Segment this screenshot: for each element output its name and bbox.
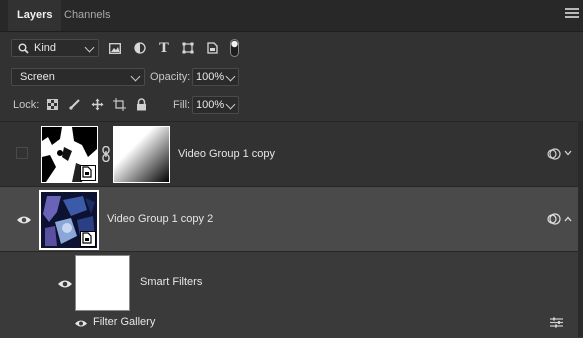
filter-toggle-switch[interactable]: [229, 39, 239, 57]
smart-object-badge-icon: [80, 165, 96, 181]
type-layer-filter-icon[interactable]: T: [157, 40, 171, 56]
eye-icon[interactable]: [16, 215, 32, 225]
adjustment-layer-filter-icon[interactable]: [133, 41, 147, 55]
layer-thumbnail: [41, 126, 98, 183]
lock-row: Lock: Fill: 100%: [0, 94, 583, 116]
chevron-down-icon: [225, 71, 236, 82]
blend-mode-value: Screen: [20, 71, 55, 83]
fill-input[interactable]: 100%: [192, 96, 239, 114]
layer-mask-thumbnail[interactable]: [113, 126, 170, 183]
opacity-label: Opacity:: [150, 71, 191, 83]
blend-row: Screen Opacity: 100%: [0, 65, 583, 89]
fill-label: Fill:: [173, 99, 191, 111]
tab-layers[interactable]: Layers: [8, 0, 62, 31]
panel-menu-icon[interactable]: [565, 8, 579, 20]
filter-kind-dropdown[interactable]: Kind: [11, 39, 99, 57]
filter-gallery-label[interactable]: Filter Gallery: [93, 316, 155, 328]
collapse-chevron-up-icon[interactable]: [564, 214, 572, 224]
visibility-toggle-empty[interactable]: [16, 147, 28, 159]
filter-kind-label: Kind: [34, 42, 57, 54]
opacity-value: 100%: [196, 71, 225, 83]
eye-icon[interactable]: [74, 319, 88, 328]
eye-icon[interactable]: [57, 279, 73, 289]
lock-all-icon[interactable]: [135, 97, 147, 111]
smart-filters-row[interactable]: Smart Filters Filter Gallery: [0, 251, 583, 338]
smart-object-filter-icon[interactable]: [205, 41, 219, 55]
smart-filter-indicator-icon[interactable]: [547, 212, 561, 226]
chevron-down-icon: [84, 42, 95, 53]
chevron-down-icon: [130, 71, 141, 82]
blend-mode-dropdown[interactable]: Screen: [11, 68, 145, 86]
smart-object-badge-icon: [80, 231, 96, 247]
fill-value: 100%: [196, 99, 225, 111]
lock-label: Lock:: [13, 99, 40, 111]
layers-panel: Layers Channels Kind T Screen Opacity: 1…: [0, 0, 583, 338]
layer-thumbnail: [39, 190, 99, 250]
mask-link-icon[interactable]: [101, 146, 111, 162]
expand-chevron-down-icon[interactable]: [564, 148, 572, 158]
layer-name[interactable]: Video Group 1 copy 2: [107, 213, 213, 225]
tab-channels[interactable]: Channels: [55, 0, 119, 31]
lock-position-icon[interactable]: [90, 97, 104, 111]
smart-filter-indicator-icon[interactable]: [547, 147, 561, 161]
search-icon: [17, 42, 29, 54]
layer-row[interactable]: Video Group 1 copy: [0, 121, 583, 186]
smart-filters-label[interactable]: Smart Filters: [140, 276, 202, 288]
prevent-auto-nesting-icon[interactable]: [112, 97, 126, 111]
lock-image-pixels-icon[interactable]: [68, 97, 82, 111]
filter-row: Kind T: [0, 37, 583, 61]
panel-tab-bar: Layers Channels: [0, 0, 583, 32]
layer-name[interactable]: Video Group 1 copy: [178, 148, 275, 160]
lock-transparent-pixels-icon[interactable]: [46, 98, 58, 110]
filter-blending-options-icon[interactable]: [549, 316, 563, 328]
opacity-input[interactable]: 100%: [192, 68, 239, 86]
shape-layer-filter-icon[interactable]: [181, 41, 195, 55]
layer-row-selected[interactable]: Video Group 1 copy 2: [0, 186, 583, 251]
smart-filter-mask-thumbnail[interactable]: [75, 255, 130, 311]
scrollbar[interactable]: [578, 121, 583, 337]
pixel-layer-filter-icon[interactable]: [108, 41, 122, 55]
chevron-down-icon: [225, 99, 236, 110]
